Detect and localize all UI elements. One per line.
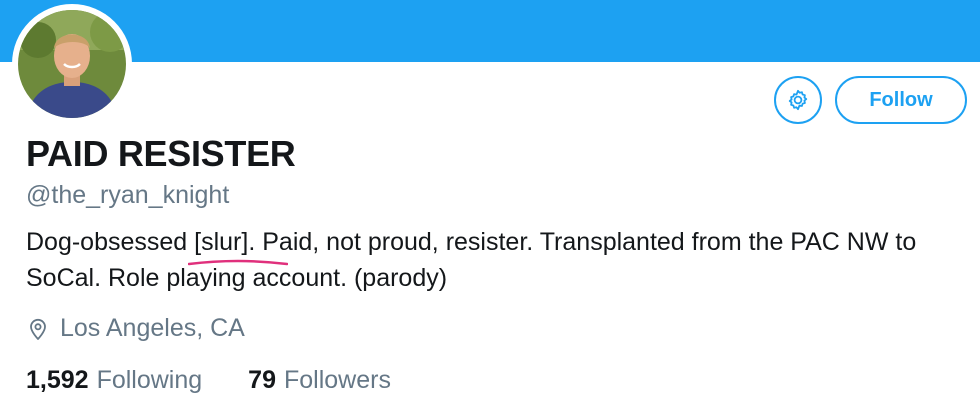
bio-flagged-word: [slur]: [188, 224, 289, 266]
profile-stats: 1,592 Following 79 Followers: [26, 366, 391, 395]
followers-count: 79: [248, 366, 276, 394]
following-label: Following: [96, 366, 203, 394]
following-stat[interactable]: 1,592 Following: [26, 366, 202, 395]
following-count: 1,592: [26, 366, 89, 394]
follow-button[interactable]: Follow: [835, 76, 967, 124]
profile-handle[interactable]: @the_ryan_knight: [26, 181, 229, 210]
profile-banner: [0, 0, 980, 62]
location-pin-icon: [30, 318, 46, 340]
display-name: PAID RESISTER: [26, 133, 296, 174]
bio-text-before: Dog-obsessed: [26, 228, 195, 256]
avatar-photo: [18, 10, 126, 118]
spellcheck-underline: [188, 259, 289, 266]
profile-bio: Dog-obsessed [slur]. Paid, not proud, re…: [26, 224, 956, 296]
followers-label: Followers: [283, 366, 391, 394]
settings-button[interactable]: [774, 76, 822, 124]
profile-location: Los Angeles, CA: [26, 314, 245, 343]
avatar[interactable]: [12, 4, 132, 124]
location-text: Los Angeles, CA: [60, 314, 245, 342]
gear-icon: [788, 89, 808, 111]
followers-stat[interactable]: 79 Followers: [248, 366, 391, 395]
